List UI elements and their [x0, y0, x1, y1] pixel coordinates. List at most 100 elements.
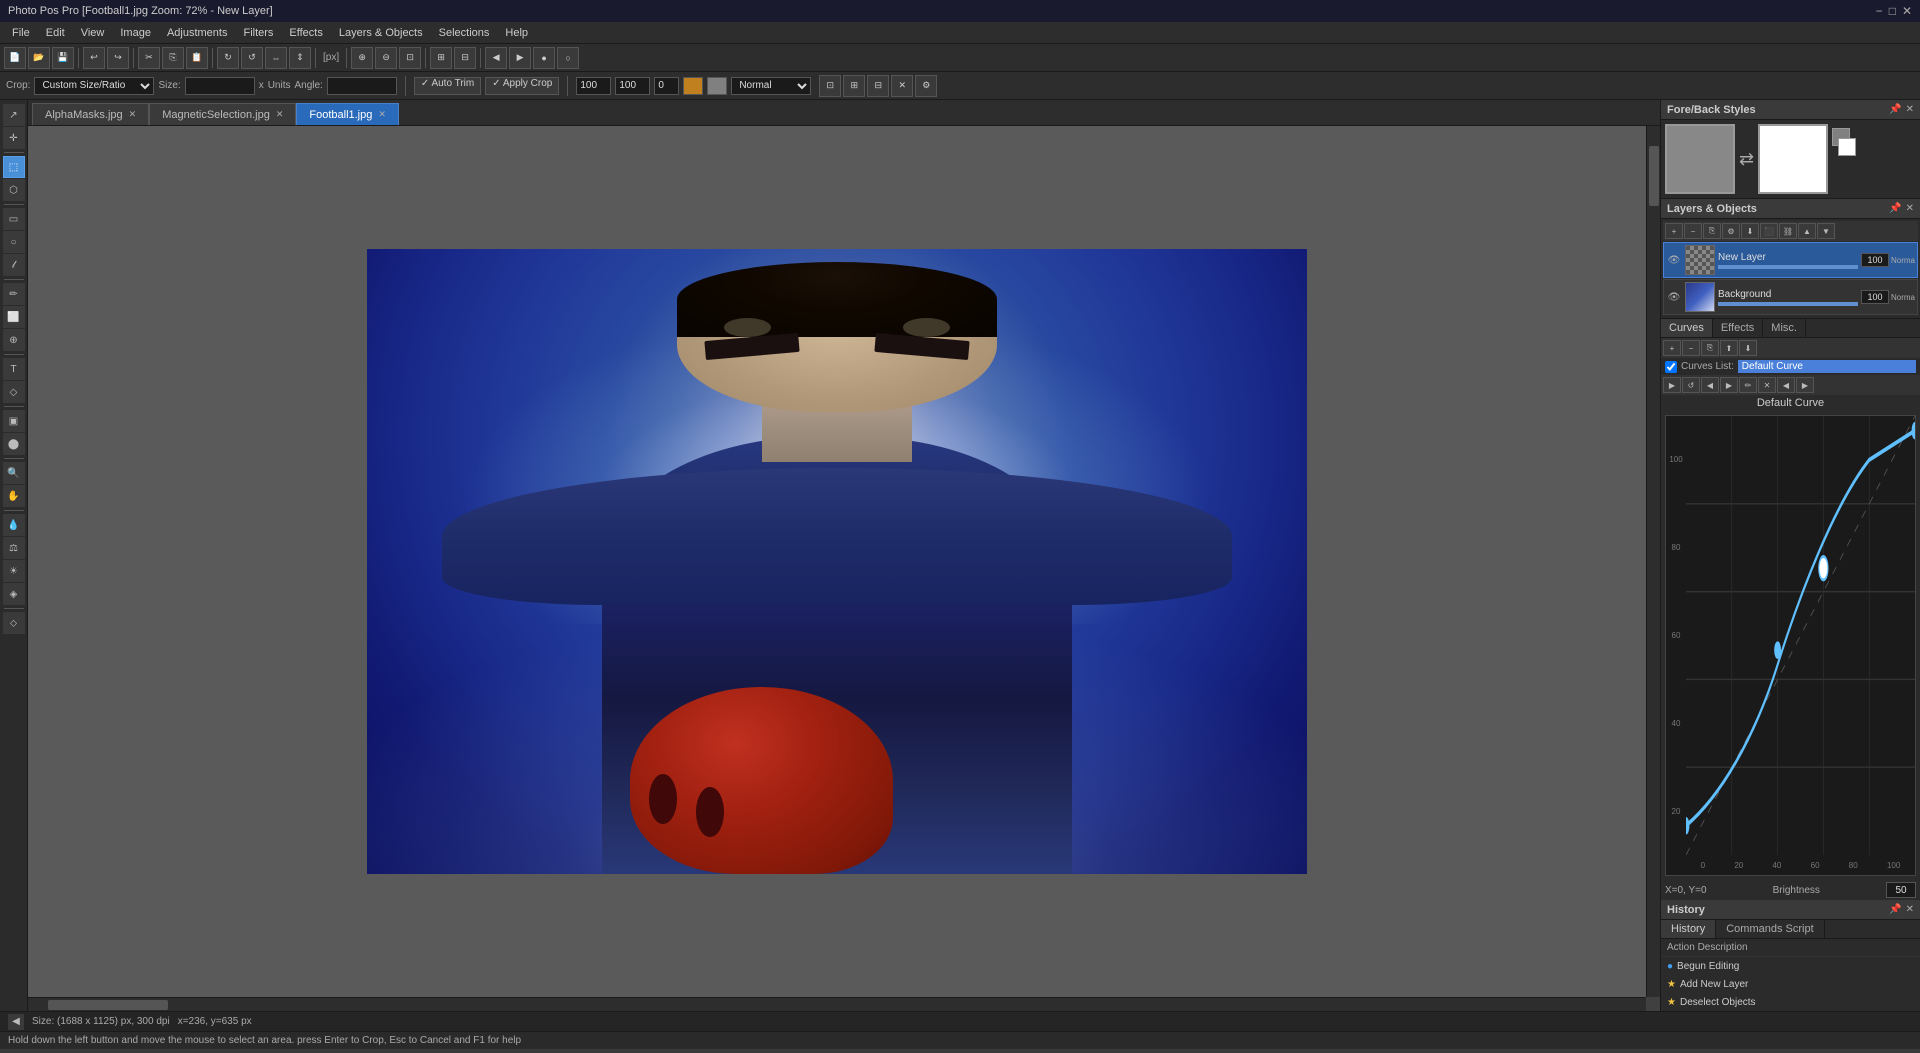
layer-visibility-bg[interactable]: 👁: [1666, 289, 1682, 305]
menu-layers-objects[interactable]: Layers & Objects: [331, 25, 431, 41]
menu-selections[interactable]: Selections: [431, 25, 498, 41]
blend-mode-select[interactable]: Normal Multiply Screen: [731, 77, 811, 95]
cut-btn[interactable]: ✂: [138, 47, 160, 69]
layers-pin[interactable]: 📌: [1889, 203, 1901, 214]
curves-list-checkbox[interactable]: [1665, 361, 1677, 373]
fill-tool[interactable]: ⬤: [3, 433, 25, 455]
canvas-scrollbar-horizontal[interactable]: [28, 997, 1646, 1011]
brush-tool[interactable]: ✏: [3, 283, 25, 305]
lasso-tool[interactable]: 𝓁: [3, 254, 25, 276]
layer-up-btn[interactable]: ▲: [1798, 223, 1816, 239]
minimize-button[interactable]: −: [1876, 4, 1883, 18]
sharpen-tool[interactable]: ◈: [3, 583, 25, 605]
path-tool[interactable]: ⬦: [3, 612, 25, 634]
menu-adjustments[interactable]: Adjustments: [159, 25, 236, 41]
merge-down-btn[interactable]: ⬇: [1741, 223, 1759, 239]
layer-prop-btn[interactable]: ⚙: [1722, 223, 1740, 239]
new-layer-btn[interactable]: +: [1665, 223, 1683, 239]
selection-ellipse-tool[interactable]: ○: [3, 231, 25, 253]
curve-right-btn[interactable]: ▶: [1796, 377, 1814, 393]
curves-import-btn[interactable]: ⬆: [1720, 340, 1738, 356]
history-pin[interactable]: 📌: [1889, 904, 1901, 915]
clone-tool[interactable]: ⊕: [3, 329, 25, 351]
tab-magnetic-close[interactable]: ✕: [276, 109, 284, 120]
menu-effects[interactable]: Effects: [281, 25, 330, 41]
swap-colors-button[interactable]: ⇄: [1739, 124, 1754, 194]
tab-magnetic[interactable]: MagneticSelection.jpg ✕: [149, 103, 296, 125]
crosshair-tool[interactable]: ✛: [3, 127, 25, 149]
tool-option1[interactable]: ⊡: [819, 75, 841, 97]
curve-left-btn[interactable]: ◀: [1777, 377, 1795, 393]
menu-help[interactable]: Help: [497, 25, 536, 41]
apply-crop-btn[interactable]: ✓ Apply Crop: [485, 77, 559, 95]
status-arrow-left[interactable]: ◀: [8, 1014, 24, 1030]
history-item-new-layer[interactable]: ★ Add New Layer: [1661, 975, 1920, 993]
tab-alphamasks-close[interactable]: ✕: [129, 109, 137, 120]
tool-option5[interactable]: ⚙: [915, 75, 937, 97]
crop-tool[interactable]: ⬚: [3, 156, 25, 178]
history-item-begun[interactable]: ● Begun Editing: [1661, 957, 1920, 975]
layer-row-background[interactable]: 👁 Background Norma: [1663, 279, 1918, 315]
tool-option4[interactable]: ✕: [891, 75, 913, 97]
auto-trim-btn[interactable]: ✓ Auto Trim: [414, 77, 481, 95]
duplicate-layer-btn[interactable]: ⎘: [1703, 223, 1721, 239]
tab-alphamasks[interactable]: AlphaMasks.jpg ✕: [32, 103, 149, 125]
val3-input[interactable]: [654, 77, 679, 95]
curve-next-btn[interactable]: ▶: [1720, 377, 1738, 393]
size-input[interactable]: [185, 77, 255, 95]
curve-loop-btn[interactable]: ↺: [1682, 377, 1700, 393]
back-swatch-small[interactable]: [1838, 138, 1856, 156]
curves-del-btn[interactable]: −: [1682, 340, 1700, 356]
fore-back-header[interactable]: Fore/Back Styles 📌 ✕: [1661, 100, 1920, 120]
zoom-out-btn[interactable]: ⊖: [375, 47, 397, 69]
delete-layer-btn[interactable]: −: [1684, 223, 1702, 239]
history-panel-close[interactable]: ✕: [1906, 904, 1914, 915]
tab-history[interactable]: History: [1661, 920, 1716, 938]
tab-commands-script[interactable]: Commands Script: [1716, 920, 1824, 938]
history-item-deselect[interactable]: ★ Deselect Objects: [1661, 993, 1920, 1011]
grid-btn[interactable]: ⊞: [430, 47, 452, 69]
undo-btn[interactable]: ↩: [83, 47, 105, 69]
zoom-tool[interactable]: 🔍: [3, 462, 25, 484]
shape-tool[interactable]: ◇: [3, 381, 25, 403]
fore-back-close[interactable]: ✕: [1906, 104, 1914, 115]
curves-dup-btn[interactable]: ⎘: [1701, 340, 1719, 356]
history-header[interactable]: History 📌 ✕: [1661, 900, 1920, 920]
tool-option3[interactable]: ⊟: [867, 75, 889, 97]
zoom-fit-btn[interactable]: ⊡: [399, 47, 421, 69]
layer-opacity-input-new[interactable]: [1861, 253, 1889, 267]
canvas-scrollbar-vertical[interactable]: [1646, 126, 1660, 997]
tab-football[interactable]: Football1.jpg ✕: [296, 103, 399, 125]
layer-down-btn[interactable]: ▼: [1817, 223, 1835, 239]
back-color-small[interactable]: [707, 77, 727, 95]
redo-btn[interactable]: ↪: [107, 47, 129, 69]
copy-btn[interactable]: ⎘: [162, 47, 184, 69]
fore-color-small[interactable]: [683, 77, 703, 95]
width-input[interactable]: [576, 77, 611, 95]
open-btn[interactable]: 📂: [28, 47, 50, 69]
menu-image[interactable]: Image: [112, 25, 159, 41]
tool-option2[interactable]: ⊞: [843, 75, 865, 97]
paste-btn[interactable]: 📋: [186, 47, 208, 69]
curve-edit-btn[interactable]: ✏: [1739, 377, 1757, 393]
layer-opacity-input-bg[interactable]: [1861, 290, 1889, 304]
crop-select[interactable]: Custom Size/Ratio: [34, 77, 154, 95]
gradient-tool[interactable]: ▣: [3, 410, 25, 432]
layer-link-btn[interactable]: ⛓: [1779, 223, 1797, 239]
menu-edit[interactable]: Edit: [38, 25, 73, 41]
tab-curves[interactable]: Curves: [1661, 319, 1713, 337]
tab-effects[interactable]: Effects: [1713, 319, 1763, 337]
football-canvas[interactable]: [367, 249, 1307, 874]
pan-tool[interactable]: ✋: [3, 485, 25, 507]
pointer-tool[interactable]: ↗: [3, 104, 25, 126]
eraser-tool[interactable]: ⬜: [3, 306, 25, 328]
guides-btn[interactable]: ⊟: [454, 47, 476, 69]
brush-size-dec[interactable]: ◀: [485, 47, 507, 69]
save-btn[interactable]: 💾: [52, 47, 74, 69]
curves-export-btn[interactable]: ⬇: [1739, 340, 1757, 356]
menu-file[interactable]: File: [4, 25, 38, 41]
brush-size-inc[interactable]: ▶: [509, 47, 531, 69]
angle-input[interactable]: [327, 77, 397, 95]
new-btn[interactable]: 📄: [4, 47, 26, 69]
maximize-button[interactable]: □: [1889, 4, 1896, 18]
